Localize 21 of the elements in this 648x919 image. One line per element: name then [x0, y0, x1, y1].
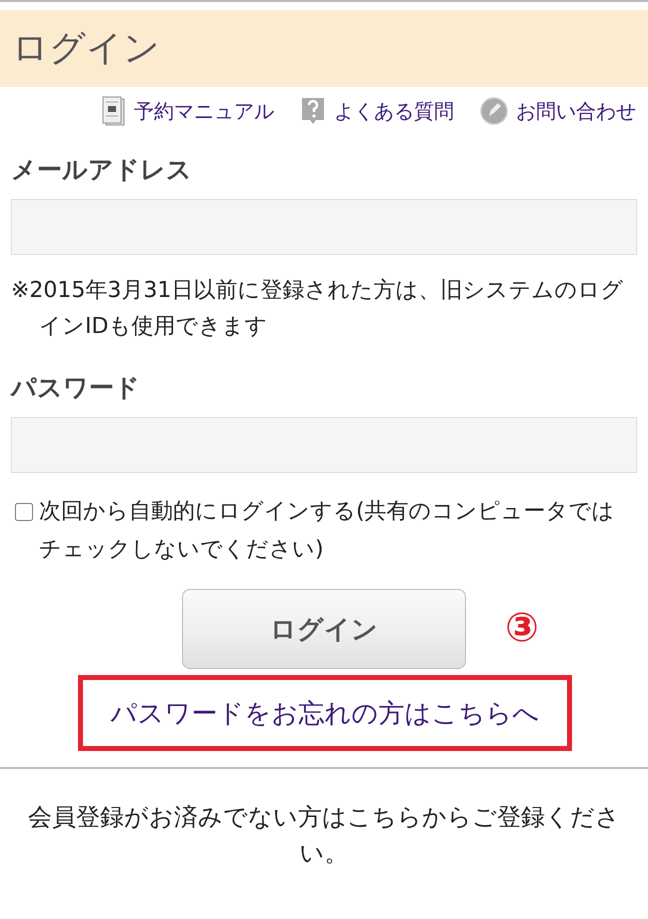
step-number: ③ [505, 605, 539, 651]
link-label: お問い合わせ [516, 98, 636, 124]
help-link[interactable]: お問い合わせ [480, 97, 636, 125]
forgot-password-link[interactable]: パスワードをお忘れの方はこちらへ [110, 696, 540, 730]
register-text: 会員登録がお済みでない方はこちらからご登録ください。 [27, 802, 621, 869]
login-button[interactable]: ログイン [182, 589, 466, 669]
pencil-icon [480, 97, 508, 125]
help-link[interactable]: よくある質問 [300, 96, 454, 126]
link-label: 予約マニュアル [134, 98, 274, 124]
page-title: ログイン [12, 27, 160, 71]
remember-label: 次回から自動的にログインする(共有のコンピュータではチェックしないでください) [39, 498, 616, 564]
field-label: パスワード [11, 372, 141, 404]
note-text: ※2015年3月31日以前に登録された方は、旧システムのログインIDも使用できます [11, 277, 624, 341]
help-link[interactable]: 予約マニュアル [102, 96, 274, 126]
document-icon [102, 96, 126, 126]
input-field[interactable] [11, 199, 637, 255]
remember-checkbox[interactable] [15, 503, 33, 521]
question-icon [300, 96, 326, 126]
link-label: よくある質問 [334, 98, 454, 124]
input-field[interactable] [11, 417, 637, 473]
field-label: メールアドレス [11, 154, 193, 186]
